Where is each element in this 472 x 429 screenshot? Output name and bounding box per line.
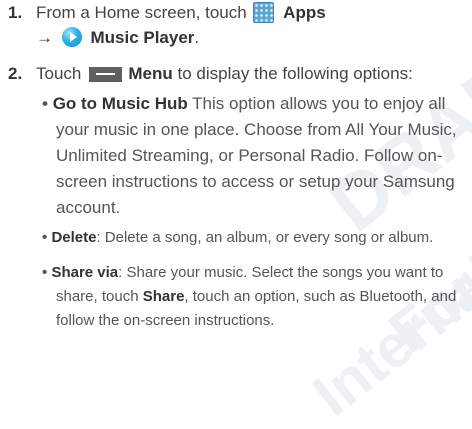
step-text: From a Home screen, touch <box>36 3 247 22</box>
step-2-line-1: Touch Menu to display the following optio… <box>36 63 413 85</box>
music-player-label: Music Player <box>90 28 195 47</box>
bullet-text: This option allows you to enjoy all <box>187 94 446 113</box>
menu-label: Menu <box>128 64 173 83</box>
bullet-text: : Share your music. Select the songs you… <box>118 264 444 281</box>
step-text: to display the following options: <box>177 64 413 83</box>
step-number: 2. <box>8 64 23 83</box>
step-1-line-1: From a Home screen, touch Apps <box>36 2 326 24</box>
bullet-dot: • <box>42 94 48 113</box>
bullet-line: follow the on-screen instructions. <box>56 312 275 329</box>
apps-label: Apps <box>283 3 326 22</box>
step-1-line-2: → Music Player. <box>36 27 199 49</box>
bullet-dot: • <box>42 229 48 246</box>
step-number: 1. <box>8 3 23 22</box>
period: . <box>194 28 200 47</box>
step-1: 1. From a Home screen, touch Apps → Musi… <box>0 2 472 52</box>
menu-key-icon <box>89 67 123 82</box>
bullet-term: Go to Music Hub <box>52 94 188 113</box>
step-2: 2. Touch Menu to display the following op… <box>0 63 472 87</box>
share-word: Share <box>142 288 185 305</box>
music-player-icon <box>61 27 82 47</box>
bullet-line: Unlimited Streaming, or Personal Radio. … <box>56 146 443 165</box>
bullet-term: Delete <box>51 229 97 246</box>
bullet-line: account. <box>56 198 121 217</box>
bullet-line: • Go to Music Hub This option allows you… <box>42 94 445 114</box>
bullet-line: your music in one place. Choose from All… <box>56 120 457 139</box>
bullet-text: : Delete a song, an album, or every song… <box>96 229 434 246</box>
bullet-line: share, touch Share, touch an option, suc… <box>56 288 456 305</box>
step-text: Touch <box>36 64 82 83</box>
bullet-line: • Share via: Share your music. Select th… <box>42 264 443 281</box>
bullet-text: share, touch <box>56 288 143 305</box>
bullet-line: screen instructions to access or setup y… <box>56 172 455 191</box>
arrow-icon: → <box>36 28 53 47</box>
apps-grid-icon <box>253 2 275 23</box>
bullet-term: Share via <box>51 264 119 281</box>
bullet-dot: • <box>42 264 48 281</box>
bullet-text: , touch an option, such as Bluetooth, an… <box>184 288 457 305</box>
bullet-line: • Delete: Delete a song, an album, or ev… <box>42 229 433 246</box>
